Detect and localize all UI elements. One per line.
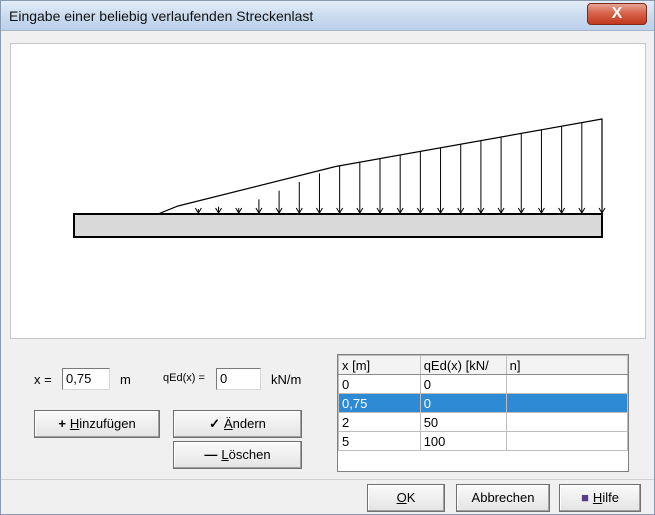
data-grid: x [m] qEd(x) [kN/ n] 0 0 0,75 0 2 50 5 100: [338, 355, 629, 451]
footer-divider: [1, 479, 654, 480]
cell-x[interactable]: 0: [338, 374, 421, 394]
cell-x[interactable]: 5: [338, 431, 421, 451]
load-points-table[interactable]: x [m] qEd(x) [kN/ n] 0 0 0,75 0 2 50 5 100: [337, 354, 629, 472]
minus-icon: —: [204, 447, 218, 462]
cell-empty[interactable]: [505, 431, 629, 451]
cancel-button[interactable]: Abbrechen: [456, 484, 550, 512]
x-input[interactable]: 0,75: [62, 368, 110, 390]
table-row[interactable]: 00: [338, 374, 629, 394]
header-row: x [m] qEd(x) [kN/ n]: [338, 355, 629, 375]
col-header-q[interactable]: qEd(x) [kN/: [419, 355, 507, 375]
table-row[interactable]: 0,75 0: [338, 393, 629, 413]
q-input[interactable]: 0: [216, 368, 261, 390]
col-header-x[interactable]: x [m]: [338, 355, 421, 375]
dialog-window: Eingabe einer beliebig verlaufenden Stre…: [0, 0, 655, 515]
window-title: Eingabe einer beliebig verlaufenden Stre…: [9, 8, 314, 24]
book-icon: ■: [581, 490, 589, 505]
cell-x[interactable]: 0,75: [338, 393, 421, 413]
beam: [73, 213, 603, 238]
cell-q[interactable]: 0: [419, 374, 507, 394]
cell-empty[interactable]: [505, 374, 629, 394]
table-row[interactable]: 2 50: [338, 412, 629, 432]
help-button[interactable]: ■ Hilfe: [559, 484, 641, 512]
table-row[interactable]: 5 100: [338, 431, 629, 451]
x-label: x =: [34, 372, 52, 387]
cell-q[interactable]: 0: [419, 393, 507, 413]
q-label: qEd(x) =: [163, 372, 205, 384]
load-diagram-canvas: [10, 43, 646, 339]
col-header-extra[interactable]: n]: [505, 355, 629, 375]
load-diagram: [73, 118, 606, 238]
cell-empty[interactable]: [505, 393, 629, 413]
plus-icon: +: [58, 416, 66, 431]
add-button[interactable]: + Hinzufügen: [34, 410, 160, 438]
cell-q[interactable]: 100: [419, 431, 507, 451]
x-unit: m: [120, 372, 131, 387]
cell-empty[interactable]: [505, 412, 629, 432]
q-unit: kN/m: [271, 372, 302, 387]
close-icon: X: [611, 5, 623, 22]
table-body: 0 0 0,75 0 2 50 5 100: [338, 374, 629, 451]
title-bar[interactable]: Eingabe einer beliebig verlaufenden Stre…: [1, 1, 654, 31]
delete-button[interactable]: — Löschen: [173, 441, 302, 469]
cell-x[interactable]: 2: [338, 412, 421, 432]
change-button[interactable]: ✓ Ändern: [173, 410, 302, 438]
check-icon: ✓: [209, 416, 220, 431]
ok-button[interactable]: OK: [367, 484, 445, 512]
cell-q[interactable]: 50: [419, 412, 507, 432]
close-button[interactable]: X: [587, 3, 647, 25]
